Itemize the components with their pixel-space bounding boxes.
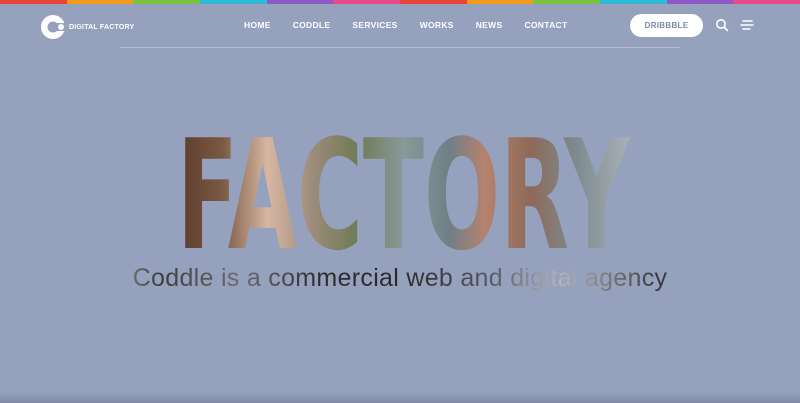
hero-headline: FACTORY xyxy=(177,107,630,284)
hero-bottom-shade xyxy=(0,392,800,403)
hero-headline-graphic: FACTORY xyxy=(177,107,630,284)
hero-tagline: Coddle is a commercial web and digital a… xyxy=(0,264,800,293)
